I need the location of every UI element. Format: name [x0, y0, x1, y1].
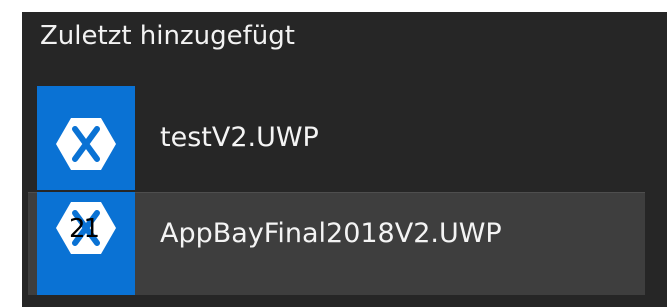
app-item-testv2-uwp[interactable]: testV2.UWP: [28, 86, 645, 190]
xamarin-icon: [56, 118, 116, 170]
badge-number: 21: [69, 214, 100, 244]
app-item-appbayfinal2018v2-uwp[interactable]: 21 AppBayFinal2018V2.UWP: [28, 192, 645, 295]
app-label: AppBayFinal2018V2.UWP: [160, 218, 502, 249]
app-tile: 21: [37, 192, 135, 295]
start-menu: Zuletzt hinzugefügt testV2.UWP 21 AppBay…: [0, 0, 667, 307]
app-label: testV2.UWP: [160, 122, 319, 153]
app-tile: [37, 86, 135, 190]
recently-added-header: Zuletzt hinzugefügt: [40, 21, 295, 51]
